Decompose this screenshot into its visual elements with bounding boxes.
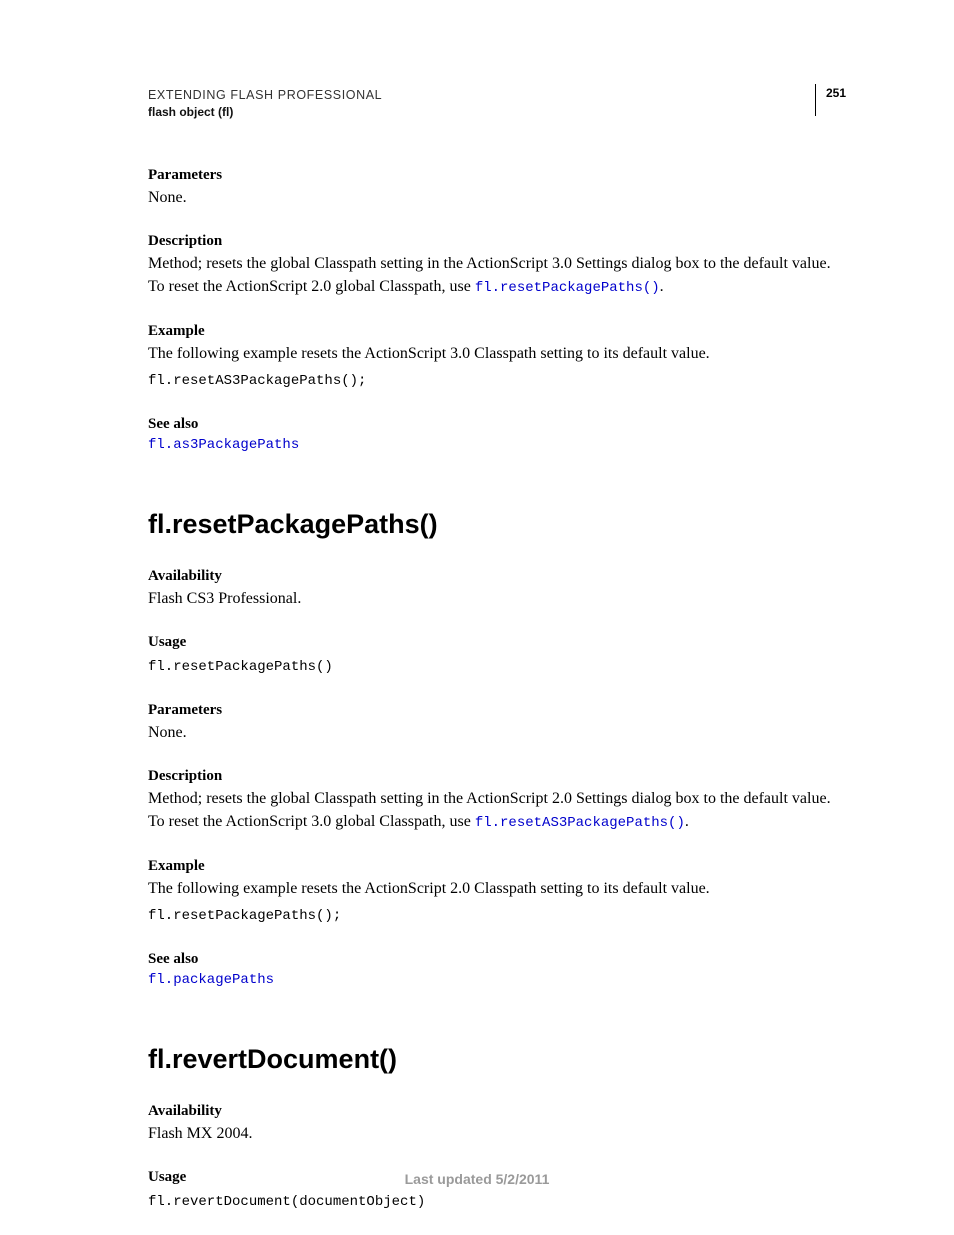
link-reset-as3-package-paths[interactable]: fl.resetAS3PackagePaths() — [475, 815, 685, 831]
example-code: fl.resetPackagePaths(); — [148, 906, 844, 927]
page: EXTENDING FLASH PROFESSIONAL flash objec… — [0, 0, 954, 1235]
header-title: EXTENDING FLASH PROFESSIONAL — [148, 88, 844, 102]
description-label: Description — [148, 233, 844, 250]
example-label: Example — [148, 323, 844, 340]
seealso-label: See also — [148, 416, 844, 433]
section-reset-package-paths: Availability Flash CS3 Professional. Usa… — [148, 568, 844, 988]
link-package-paths[interactable]: fl.packagePaths — [148, 972, 844, 988]
availability-text: Flash MX 2004. — [148, 1122, 844, 1145]
heading-revert-document: fl.revertDocument() — [148, 1044, 844, 1075]
link-as3-package-paths[interactable]: fl.as3PackagePaths — [148, 437, 844, 453]
seealso-label: See also — [148, 951, 844, 968]
page-header: EXTENDING FLASH PROFESSIONAL flash objec… — [148, 88, 844, 119]
description-text: Method; resets the global Classpath sett… — [148, 787, 844, 833]
usage-label: Usage — [148, 634, 844, 651]
example-text: The following example resets the ActionS… — [148, 342, 844, 365]
description-text: Method; resets the global Classpath sett… — [148, 252, 844, 298]
page-number: 251 — [815, 84, 846, 116]
parameters-text: None. — [148, 186, 844, 209]
parameters-label: Parameters — [148, 702, 844, 719]
example-text: The following example resets the ActionS… — [148, 877, 844, 900]
section-reset-as3: Parameters None. Description Method; res… — [148, 167, 844, 453]
link-reset-package-paths[interactable]: fl.resetPackagePaths() — [475, 280, 660, 296]
availability-text: Flash CS3 Professional. — [148, 587, 844, 610]
availability-label: Availability — [148, 1103, 844, 1120]
section-revert-document: Availability Flash MX 2004. Usage fl.rev… — [148, 1103, 844, 1213]
footer-updated: Last updated 5/2/2011 — [0, 1171, 954, 1187]
heading-reset-package-paths: fl.resetPackagePaths() — [148, 509, 844, 540]
header-subtitle: flash object (fl) — [148, 105, 844, 119]
parameters-text: None. — [148, 721, 844, 744]
description-text-b: . — [660, 278, 664, 295]
example-code: fl.resetAS3PackagePaths(); — [148, 371, 844, 392]
description-label: Description — [148, 768, 844, 785]
availability-label: Availability — [148, 568, 844, 585]
example-label: Example — [148, 858, 844, 875]
description-text-b: . — [685, 813, 689, 830]
usage-code: fl.revertDocument(documentObject) — [148, 1192, 844, 1213]
parameters-label: Parameters — [148, 167, 844, 184]
usage-code: fl.resetPackagePaths() — [148, 657, 844, 678]
